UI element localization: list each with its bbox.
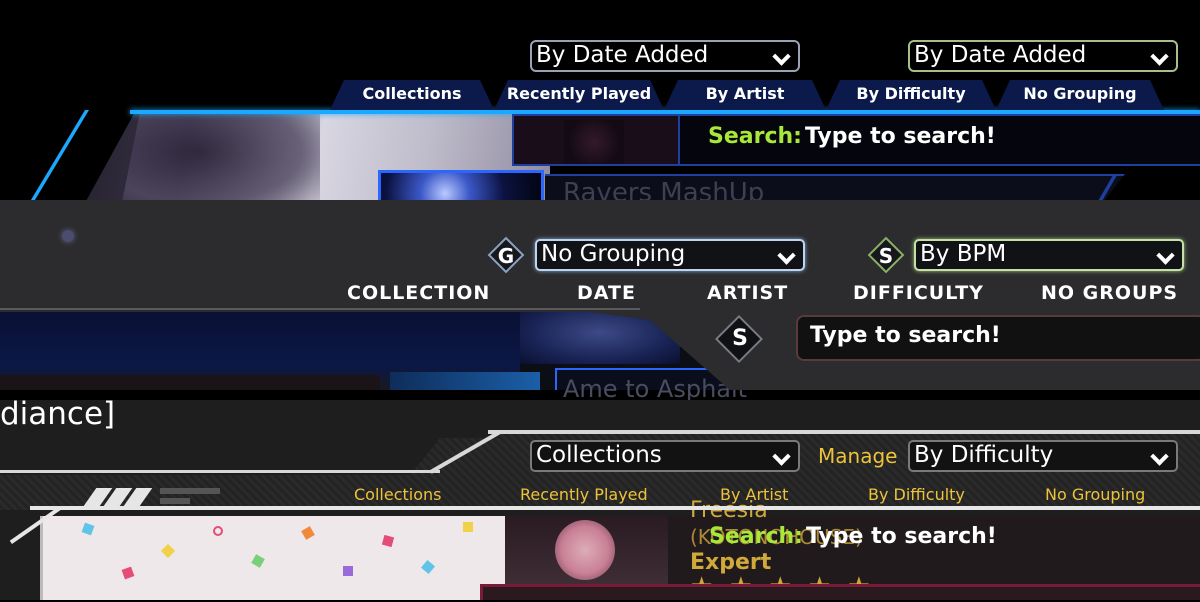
chevron-down-icon bbox=[772, 447, 791, 466]
chevron-down-icon bbox=[777, 246, 796, 265]
search-input[interactable]: Type to search! bbox=[806, 524, 997, 549]
filter-bar-edge-lower bbox=[0, 470, 440, 473]
filter-bar-edge bbox=[488, 430, 1200, 434]
search-label: Search: bbox=[708, 124, 802, 149]
beatmap-card[interactable] bbox=[480, 584, 1200, 600]
sort-dropdown-right[interactable]: By Date Added bbox=[908, 40, 1178, 72]
artwork-shade bbox=[120, 112, 320, 212]
tab-by-difficulty[interactable]: By Difficulty bbox=[826, 80, 996, 110]
sort-badge-letter: S bbox=[878, 244, 894, 268]
chevron-down-icon bbox=[1150, 47, 1169, 66]
sort-dropdown[interactable]: By Difficulty bbox=[908, 440, 1178, 472]
tab-artist[interactable]: ARTIST bbox=[707, 282, 788, 304]
dropdown-value: By Difficulty bbox=[914, 442, 1054, 468]
collection-dropdown[interactable]: Collections bbox=[530, 440, 800, 472]
tab-no-groups[interactable]: NO GROUPS bbox=[1041, 282, 1178, 304]
thumbnail-character bbox=[555, 520, 615, 580]
sort-dropdown-left[interactable]: By Date Added bbox=[530, 40, 800, 72]
search-badge-letter: S bbox=[732, 326, 748, 351]
header-edge bbox=[0, 308, 640, 310]
search-label: Search: bbox=[709, 524, 803, 549]
tab-by-difficulty[interactable]: By Difficulty bbox=[868, 485, 965, 504]
dropdown-value: By BPM bbox=[920, 241, 1007, 267]
tab-collection[interactable]: COLLECTION bbox=[347, 282, 490, 304]
tab-collections[interactable]: Collections bbox=[330, 80, 494, 110]
decorative-bar bbox=[160, 498, 190, 504]
dropdown-value: By Date Added bbox=[536, 42, 709, 68]
chevron-down-icon bbox=[772, 47, 791, 66]
beatmap-difficulty-name: diance] bbox=[0, 396, 116, 432]
chevron-down-icon bbox=[1150, 447, 1169, 466]
manage-collections-button[interactable]: Manage bbox=[818, 444, 897, 468]
beatmap-card-thumbnail[interactable] bbox=[512, 114, 680, 166]
dropdown-value: By Date Added bbox=[914, 42, 1087, 68]
decorative-bar bbox=[160, 488, 220, 494]
search-input[interactable]: Type to search! bbox=[805, 124, 996, 149]
search-input[interactable]: Type to search! bbox=[810, 323, 1001, 348]
tab-no-grouping[interactable]: No Grouping bbox=[1045, 485, 1145, 504]
tab-difficulty[interactable]: DIFFICULTY bbox=[853, 282, 984, 304]
background-artwork bbox=[40, 516, 510, 600]
artwork-detail bbox=[0, 375, 380, 390]
chevron-down-icon bbox=[1156, 246, 1175, 265]
tab-no-grouping[interactable]: No Grouping bbox=[996, 80, 1164, 110]
decorative-chevrons bbox=[83, 488, 170, 506]
tab-bar-edge bbox=[30, 506, 1200, 510]
tab-by-artist[interactable]: By Artist bbox=[664, 80, 826, 110]
dropdown-value: Collections bbox=[536, 442, 662, 468]
tab-by-artist[interactable]: By Artist bbox=[720, 485, 788, 504]
sort-dropdown[interactable]: By BPM bbox=[914, 239, 1184, 271]
tab-date[interactable]: DATE bbox=[577, 282, 636, 304]
dropdown-value: No Grouping bbox=[541, 241, 686, 267]
tab-collections[interactable]: Collections bbox=[354, 485, 441, 504]
tab-recently-played[interactable]: Recently Played bbox=[494, 80, 664, 110]
group-badge-letter: G bbox=[497, 244, 515, 268]
particle-dot bbox=[62, 230, 74, 242]
beatmap-thumbnail[interactable] bbox=[390, 372, 540, 390]
group-dropdown[interactable]: No Grouping bbox=[535, 239, 805, 271]
thumbnail-art bbox=[564, 120, 624, 164]
tab-recently-played[interactable]: Recently Played bbox=[520, 485, 648, 504]
